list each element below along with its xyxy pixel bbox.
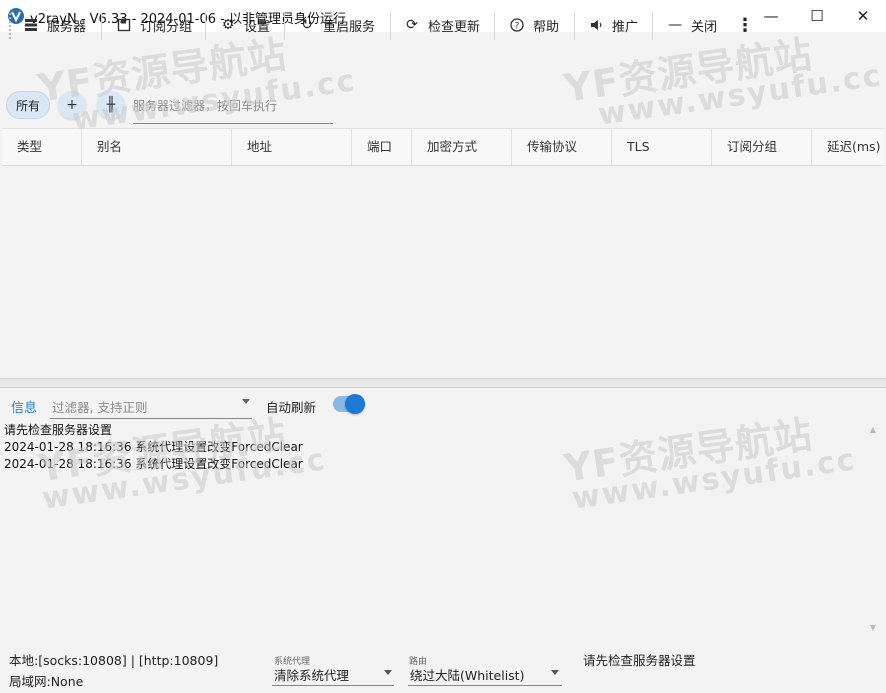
toolbar-separator xyxy=(494,12,495,40)
svg-text:?: ? xyxy=(515,22,520,32)
filter-all-chip[interactable]: 所有 xyxy=(6,91,50,119)
toolbar xyxy=(0,32,886,82)
column-header-security[interactable]: 加密方式 xyxy=(412,129,512,165)
column-header-network[interactable]: 传输协议 xyxy=(512,129,612,165)
log-tab-info[interactable]: 信息 xyxy=(11,397,37,416)
column-header-subscription[interactable]: 订阅分组 xyxy=(712,129,812,165)
gear-icon: ⚙ xyxy=(221,17,235,33)
scroll-down-icon[interactable]: ▼ xyxy=(866,620,880,634)
column-header-type[interactable]: 类型 xyxy=(2,129,82,165)
log-line: 请先检查服务器设置 xyxy=(4,423,113,437)
chevron-down-icon[interactable] xyxy=(551,670,559,675)
toolbar-settings-button[interactable]: ⚙ 设置 xyxy=(220,12,270,38)
toolbar-subscription-label: 订阅分组 xyxy=(140,19,193,35)
edit-server-button[interactable]: ╫ xyxy=(97,91,125,119)
toolbar-separator xyxy=(205,12,206,40)
toolbar-subscription-button[interactable]: 订阅分组 xyxy=(116,12,192,38)
local-ports-status: 本地:[socks:10808] | [http:10809] xyxy=(9,653,219,668)
toolbar-servers-button[interactable]: 服务器 xyxy=(23,12,86,38)
toolbar-more-button[interactable]: ⋮ xyxy=(736,12,754,38)
toolbar-separator xyxy=(574,12,575,40)
maximize-button[interactable]: ☐ xyxy=(794,0,840,32)
subscription-icon xyxy=(116,17,132,33)
toolbar-close-label: 关闭 xyxy=(691,19,718,35)
toolbar-settings-label: 设置 xyxy=(244,19,271,35)
column-header-tls[interactable]: TLS xyxy=(612,129,712,165)
toolbar-restart-button[interactable]: ↻ 重启服务 xyxy=(299,12,375,38)
toolbar-check-update-button[interactable]: ⟳ 检查更新 xyxy=(404,12,480,38)
column-header-delay[interactable]: 延迟(ms) xyxy=(812,129,884,165)
toolbar-separator xyxy=(652,12,653,40)
server-filter-input[interactable] xyxy=(133,94,333,124)
toggle-knob[interactable] xyxy=(345,394,365,414)
column-header-address[interactable]: 地址 xyxy=(232,129,352,165)
log-line: 2024-01-28 18:16:36 系统代理设置改变ForcedClear xyxy=(4,457,303,471)
help-icon: ? xyxy=(509,17,525,33)
close-button[interactable]: ✕ xyxy=(840,0,886,32)
toolbar-separator xyxy=(390,12,391,40)
minimize-button[interactable]: — xyxy=(748,0,794,32)
auto-refresh-label: 自动刷新 xyxy=(266,400,317,415)
toolbar-promote-label: 推广 xyxy=(612,19,639,35)
panel-splitter[interactable] xyxy=(0,378,886,388)
toolbar-separator xyxy=(284,12,285,40)
toolbar-help-label: 帮助 xyxy=(533,19,560,35)
toolbar-grip[interactable] xyxy=(8,12,12,40)
routing-value: 绕过大陆(Whitelist) xyxy=(410,668,525,683)
watermark-url: www.wsyufu.cc xyxy=(570,442,859,517)
lan-status: 局域网:None xyxy=(9,674,84,689)
watermark-brand: YF资源导航站 xyxy=(561,412,816,491)
server-icon xyxy=(23,17,39,33)
log-output: 请先检查服务器设置 2024-01-28 18:16:36 系统代理设置改变Fo… xyxy=(4,422,303,473)
status-message: 请先检查服务器设置 xyxy=(583,653,696,668)
log-line: 2024-01-28 18:16:36 系统代理设置改变ForcedClear xyxy=(4,440,303,454)
server-table: 类型 别名 地址 端口 加密方式 传输协议 TLS 订阅分组 延迟(ms) xyxy=(2,128,884,379)
log-filter-placeholder: 过滤器, 支持正则 xyxy=(52,400,148,415)
toolbar-close-button[interactable]: — 关闭 xyxy=(667,12,717,38)
scroll-up-icon[interactable]: ▲ xyxy=(866,422,880,436)
chevron-down-icon[interactable] xyxy=(384,670,392,675)
toolbar-check-update-label: 检查更新 xyxy=(428,19,481,35)
add-server-button[interactable]: + xyxy=(58,91,86,119)
minus-icon: — xyxy=(668,17,682,33)
column-header-alias[interactable]: 别名 xyxy=(82,129,232,165)
column-header-port[interactable]: 端口 xyxy=(352,129,412,165)
restart-icon: ↻ xyxy=(301,17,313,33)
toolbar-restart-label: 重启服务 xyxy=(323,19,376,35)
system-proxy-value: 清除系统代理 xyxy=(274,668,350,683)
table-header: 类型 别名 地址 端口 加密方式 传输协议 TLS 订阅分组 延迟(ms) xyxy=(2,129,884,166)
refresh-icon: ⟳ xyxy=(406,17,418,33)
toolbar-help-button[interactable]: ? 帮助 xyxy=(509,12,559,38)
toolbar-servers-label: 服务器 xyxy=(47,19,87,35)
speaker-icon xyxy=(588,17,604,33)
chevron-down-icon[interactable] xyxy=(242,399,250,404)
toolbar-promote-button[interactable]: 推广 xyxy=(588,12,638,38)
toolbar-separator xyxy=(101,12,102,40)
